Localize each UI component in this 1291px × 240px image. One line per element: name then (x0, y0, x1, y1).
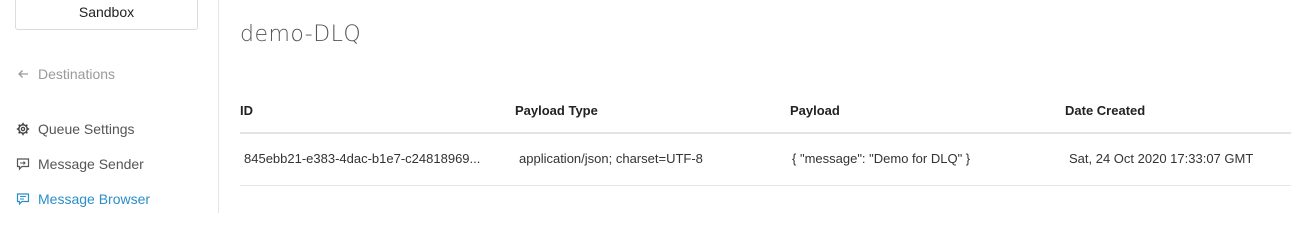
gear-icon (16, 122, 30, 136)
sidebar-item-label: Message Browser (38, 191, 151, 207)
message-send-icon (16, 157, 30, 171)
sidebar-item-label: Message Sender (38, 156, 144, 172)
column-header-id[interactable]: ID (240, 103, 253, 118)
column-header-payload[interactable]: Payload (790, 103, 840, 118)
table-row[interactable]: 845ebb21-e383-4dac-b1e7-c24818969... app… (240, 134, 1291, 186)
sidebar-item-queue-settings[interactable]: Queue Settings (16, 121, 135, 137)
page-title: demo-DLQ (240, 22, 362, 47)
sidebar-item-label: Queue Settings (38, 121, 135, 137)
main-content: demo-DLQ ID Payload Type Payload Date Cr… (240, 0, 1291, 213)
message-browse-icon (16, 192, 30, 206)
app-root: Sandbox Destinations Queue Settings Mess… (0, 0, 1291, 213)
sidebar: Sandbox Destinations Queue Settings Mess… (0, 0, 219, 213)
column-header-payload-type[interactable]: Payload Type (515, 103, 598, 118)
arrow-left-icon (16, 67, 30, 81)
environment-selector[interactable]: Sandbox (15, 0, 198, 30)
back-to-destinations-link[interactable]: Destinations (16, 66, 115, 82)
column-header-date-created[interactable]: Date Created (1065, 103, 1145, 118)
cell-payload: { "message": "Demo for DLQ" } (792, 151, 971, 166)
cell-payload-type: application/json; charset=UTF-8 (519, 151, 703, 166)
table-header: ID Payload Type Payload Date Created (240, 92, 1291, 134)
cell-message-id: 845ebb21-e383-4dac-b1e7-c24818969... (244, 151, 481, 166)
environment-label: Sandbox (78, 4, 135, 20)
sidebar-item-message-sender[interactable]: Message Sender (16, 156, 144, 172)
back-link-label: Destinations (38, 66, 116, 82)
messages-table: ID Payload Type Payload Date Created 845… (240, 92, 1291, 186)
sidebar-item-message-browser[interactable]: Message Browser (16, 191, 150, 207)
cell-date-created: Sat, 24 Oct 2020 17:33:07 GMT (1069, 151, 1254, 166)
